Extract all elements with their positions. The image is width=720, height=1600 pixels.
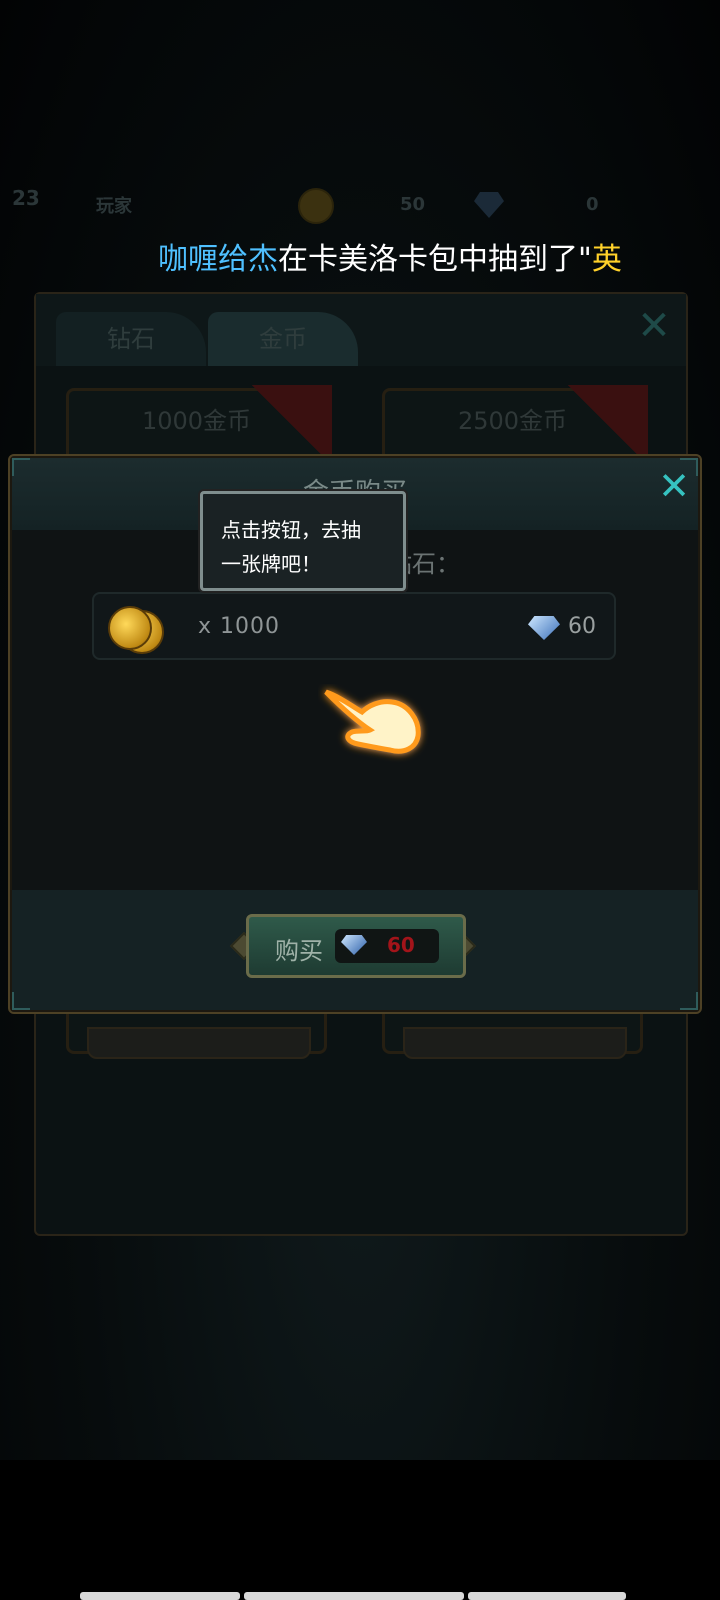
gold-amount: 50 — [400, 194, 426, 215]
player-name: 玩家 — [96, 196, 132, 217]
diamond-amount: 0 — [586, 194, 599, 215]
shop-tab-bar: 钻石 金币 ✕ — [36, 294, 686, 366]
recommend-ribbon — [568, 385, 648, 465]
tab-diamonds[interactable]: 钻石 — [56, 312, 206, 366]
card-bottom-bar — [87, 1027, 311, 1059]
shop-close-icon[interactable]: ✕ — [636, 306, 672, 346]
pointing-hand-icon — [324, 689, 421, 754]
guide-tooltip: 点击按钮，去抽 一张牌吧！ — [200, 491, 406, 591]
item-price: 60 — [568, 614, 596, 639]
corner-ornament — [12, 992, 30, 1010]
broadcast-marquee: 咖喱给杰在卡美洛卡包中抽到了"英 — [158, 240, 622, 280]
top-status-bar: 23 玩家 50 0 — [0, 180, 720, 230]
diamond-icon — [341, 935, 367, 955]
buy-price-box: 60 — [335, 929, 439, 963]
card-bottom-bar — [403, 1027, 627, 1059]
nav-bar-segment[interactable] — [80, 1592, 240, 1600]
marquee-item-name: 英 — [591, 242, 622, 277]
bottom-dark-area — [0, 1460, 720, 1600]
gold-coin-icon — [298, 188, 334, 224]
corner-ornament — [680, 458, 698, 476]
nav-bar-segment[interactable] — [244, 1592, 464, 1600]
buy-button[interactable]: 购买 60 — [246, 914, 466, 978]
diamond-icon — [474, 192, 504, 218]
buy-button-label: 购买 — [275, 937, 323, 965]
marquee-player-name: 咖喱给杰 — [158, 242, 278, 277]
diamond-icon — [528, 616, 560, 640]
tab-gold[interactable]: 金币 — [208, 312, 358, 366]
purchase-item-row: x 1000 60 — [92, 592, 616, 660]
corner-ornament — [680, 992, 698, 1010]
item-quantity: x 1000 — [198, 614, 281, 639]
marquee-message: 在卡美洛卡包中抽到了" — [278, 242, 592, 277]
corner-ornament — [12, 458, 30, 476]
buy-price: 60 — [387, 933, 415, 957]
recommend-ribbon — [252, 385, 332, 465]
player-level: 23 — [12, 186, 40, 210]
gold-coin-stack-icon — [108, 604, 164, 654]
tooltip-line-2: 一张牌吧！ — [221, 552, 321, 576]
nav-bar-segment[interactable] — [468, 1592, 626, 1600]
tooltip-line-1: 点击按钮，去抽 — [221, 518, 361, 542]
